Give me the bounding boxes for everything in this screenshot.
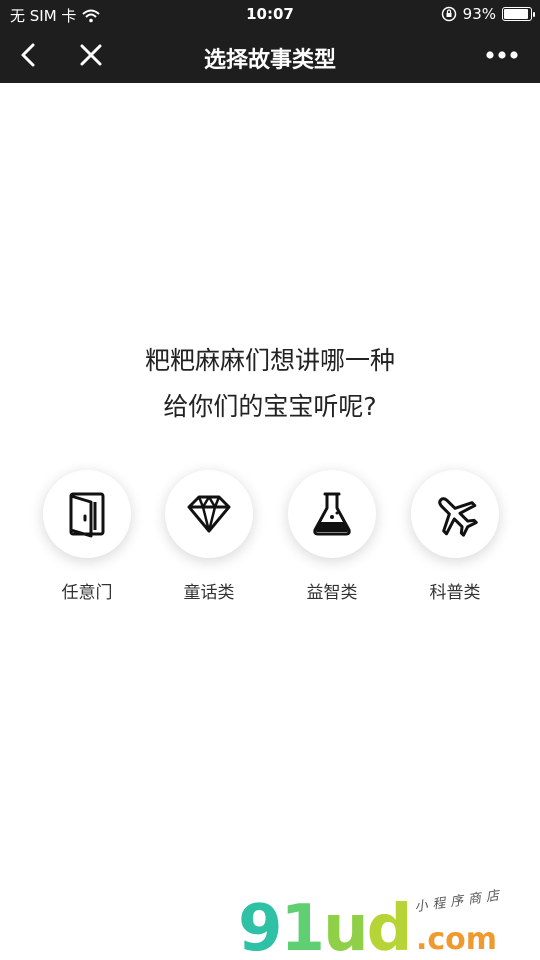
watermark-domain: .com [416,922,498,957]
category-circle[interactable] [288,470,376,558]
category-list: 任意门 童话类 益智类 科普类 [0,470,540,610]
question-line-1: 粑粑麻麻们想讲哪一种 [144,346,395,375]
watermark-letter: 1 [280,892,326,960]
category-label: 任意门 [61,583,113,603]
question-line-2: 给你们的宝宝听呢? [163,392,377,421]
category-puzzle[interactable]: 益智类 [277,470,387,610]
category-science[interactable]: 科普类 [400,470,510,610]
watermark-letter: 9 [238,892,283,960]
airplane-icon [438,497,478,537]
watermark-letter: u [323,892,369,960]
category-door[interactable]: 任意门 [32,470,142,610]
flask-icon [313,492,351,536]
category-fairy-tale[interactable]: 童话类 [154,470,264,610]
watermark-tagline: 小程序商店 [413,887,505,916]
page-title: 选择故事类型 [203,48,336,73]
diamond-icon [187,495,231,533]
battery-fill [504,9,529,19]
watermark-letter: d [366,892,413,960]
status-right: 93% [441,5,535,23]
battery-percent: 93% [462,5,496,23]
watermark-mark: 91ud [238,892,413,960]
watermark-logo: 91ud 小程序商店 .com [238,884,538,960]
more-icon[interactable] [484,42,520,68]
battery-icon [502,7,535,21]
category-circle[interactable] [411,470,499,558]
nav-bar: 选择故事类型 [0,28,540,83]
category-circle[interactable] [165,470,253,558]
door-icon [69,492,105,538]
category-circle[interactable] [43,470,131,558]
status-bar: 无 SIM 卡 10:07 93% [0,0,540,28]
rotation-lock-icon [441,6,456,22]
category-label: 科普类 [429,583,481,603]
question-prompt: 粑粑麻麻们想讲哪一种 给你们的宝宝听呢? [0,338,540,430]
category-label: 益智类 [306,583,358,603]
category-label: 童话类 [183,583,235,603]
